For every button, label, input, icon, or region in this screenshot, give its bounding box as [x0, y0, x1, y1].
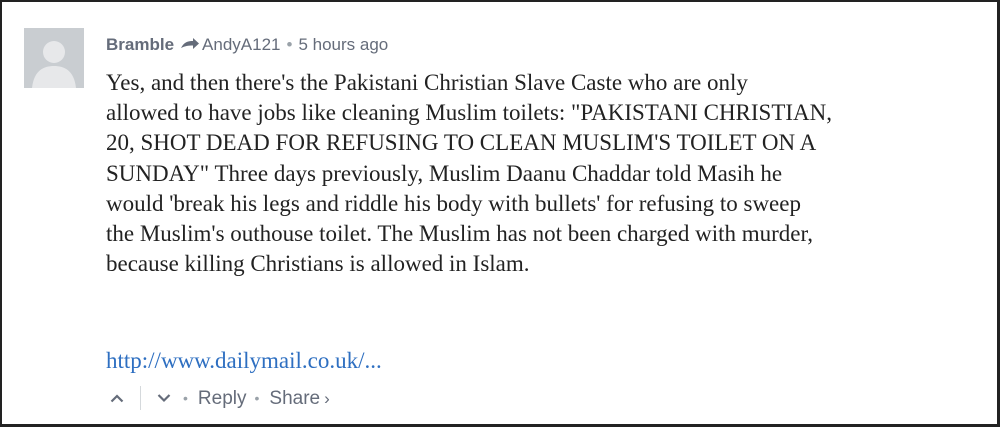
chevron-down-icon	[157, 394, 171, 403]
header-separator: •	[286, 35, 293, 54]
author-name[interactable]: Bramble	[106, 35, 174, 54]
action-separator: •	[183, 390, 188, 406]
share-chevron-icon: ›	[324, 389, 330, 408]
comment-line: because killing Christians is allowed in…	[106, 251, 530, 277]
comment-line: Yes, and then there's the Pakistani Chri…	[106, 70, 748, 95]
comment-body: Yes, and then there's the Pakistani Chri…	[106, 68, 986, 279]
downvote-button[interactable]	[153, 384, 175, 412]
default-avatar-icon	[24, 28, 84, 88]
comment-line: the Muslim's outhouse toilet. The Muslim…	[106, 221, 813, 247]
share-label: Share	[269, 388, 321, 409]
comment-actions: • Reply • Share ›	[106, 384, 330, 412]
comment-header: Bramble AndyA121 • 5 hours ago	[106, 34, 388, 58]
comment-line: 20, SHOT DEAD FOR REFUSING TO CLEAN MUSL…	[106, 130, 817, 156]
action-separator: •	[254, 390, 260, 406]
comment-line: would 'break his legs and riddle his bod…	[106, 190, 801, 216]
avatar[interactable]	[24, 28, 84, 88]
external-link[interactable]: http://www.dailymail.co.uk/...	[106, 346, 382, 376]
reply-button[interactable]: Reply	[198, 388, 247, 409]
timestamp[interactable]: 5 hours ago	[298, 35, 388, 54]
comment-card: Bramble AndyA121 • 5 hours ago Yes, and the…	[0, 0, 1000, 427]
chevron-up-icon	[110, 394, 124, 403]
share-button[interactable]: Share ›	[269, 388, 329, 409]
reply-arrow-icon	[180, 36, 200, 58]
comment-line: SUNDAY" Three days previously, Muslim Da…	[106, 160, 783, 186]
vote-divider	[140, 386, 141, 410]
comment-line: allowed to have jobs like cleaning Musli…	[106, 100, 833, 126]
parent-author-link[interactable]: AndyA121	[202, 35, 280, 54]
upvote-button[interactable]	[106, 384, 128, 412]
